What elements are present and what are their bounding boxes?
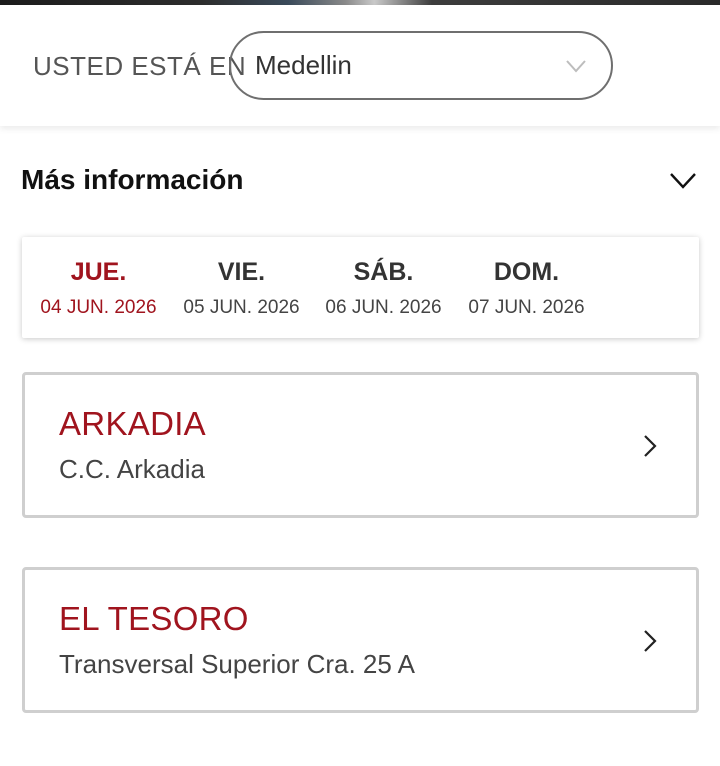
date-tab-day: DOM. <box>493 258 560 286</box>
more-info-toggle[interactable]: Más información <box>21 150 701 210</box>
city-select[interactable]: Medellin <box>229 31 613 100</box>
date-tab-sunday[interactable]: DOM. 07 JUN. 2026 <box>455 237 598 338</box>
chevron-right-icon <box>644 630 657 652</box>
date-tab-date: 07 JUN. 2026 <box>468 297 585 318</box>
date-tab-date: 05 JUN. 2026 <box>183 297 300 318</box>
location-label: USTED ESTÁ EN <box>33 51 247 81</box>
chevron-down-icon <box>566 60 586 73</box>
cinema-name: EL TESORO <box>59 600 249 637</box>
chevron-right-icon <box>644 435 657 457</box>
more-info-title: Más información <box>21 164 244 195</box>
cinema-address: C.C. Arkadia <box>59 454 205 484</box>
date-tab-day: SÁB. <box>353 258 414 286</box>
date-tab-day: VIE. <box>217 258 266 286</box>
cinema-name: ARKADIA <box>59 405 206 442</box>
location-bar: USTED ESTÁ EN Medellin <box>0 5 720 126</box>
cinema-card-el-tesoro[interactable]: EL TESORO Transversal Superior Cra. 25 A <box>22 567 699 713</box>
city-select-value: Medellin <box>255 50 352 80</box>
cinema-address: Transversal Superior Cra. 25 A <box>59 649 415 679</box>
cinema-card-arkadia[interactable]: ARKADIA C.C. Arkadia <box>22 372 699 518</box>
date-tab-friday[interactable]: VIE. 05 JUN. 2026 <box>170 237 313 338</box>
date-tab-date: 06 JUN. 2026 <box>325 297 442 318</box>
date-tab-day: JUE. <box>70 258 127 286</box>
date-tab-saturday[interactable]: SÁB. 06 JUN. 2026 <box>312 237 455 338</box>
date-selector: JUE. 04 JUN. 2026 VIE. 05 JUN. 2026 SÁB.… <box>22 237 699 338</box>
date-tab-thursday[interactable]: JUE. 04 JUN. 2026 <box>27 237 170 338</box>
date-tab-date: 04 JUN. 2026 <box>40 297 157 318</box>
chevron-down-icon <box>670 173 696 189</box>
